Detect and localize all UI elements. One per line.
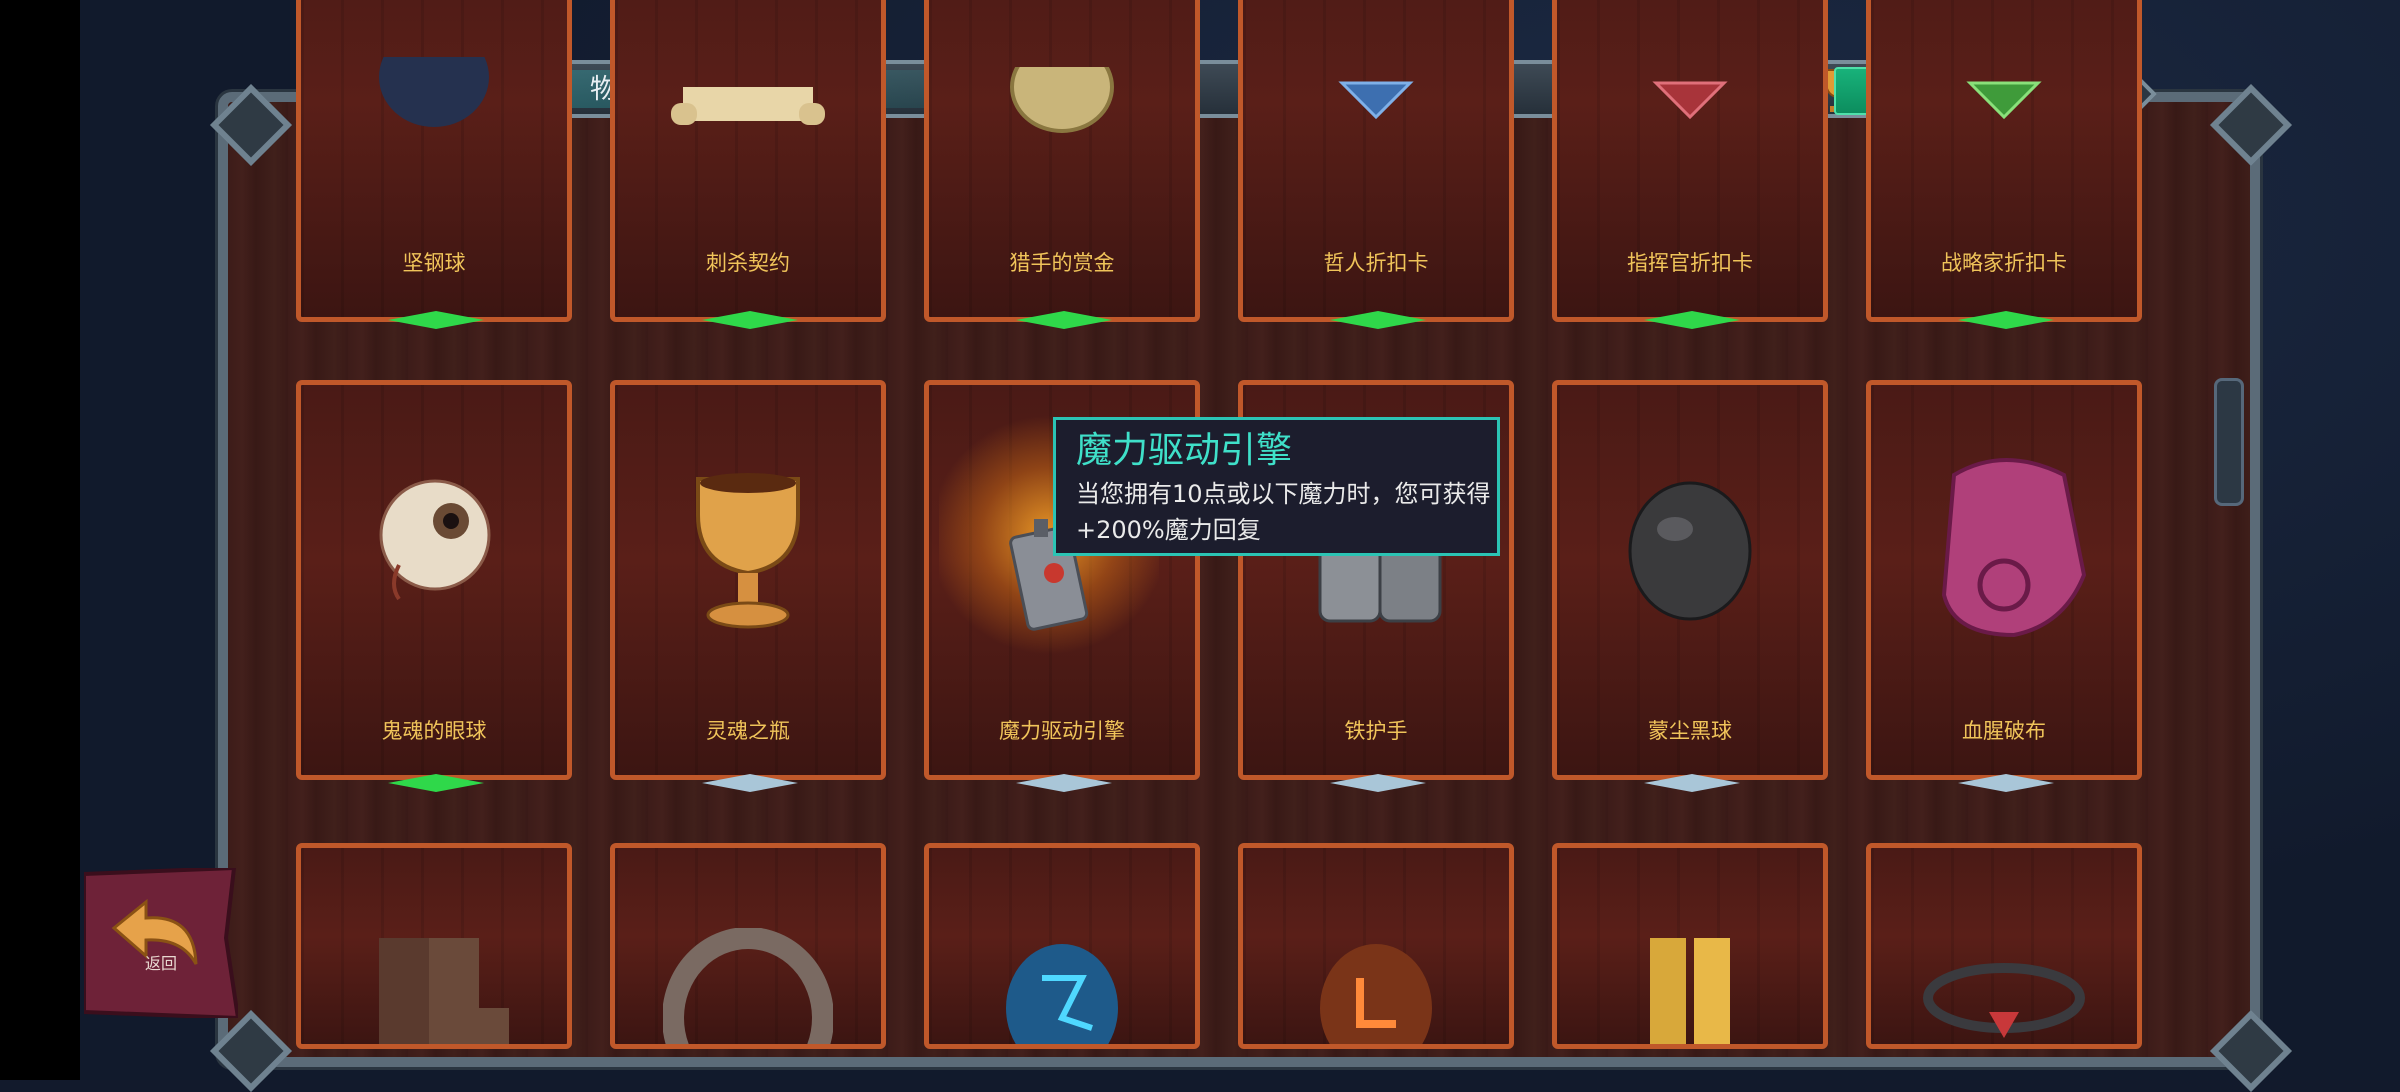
relic-card[interactable]: 战略家折扣卡 xyxy=(1866,0,2142,322)
relic-name: 血腥破布 xyxy=(1962,719,2046,743)
relic-card[interactable] xyxy=(610,843,886,1049)
relic-card[interactable]: 蒙尘黑球 xyxy=(1552,380,1828,780)
relic-card[interactable]: 灵魂之瓶 xyxy=(610,380,886,780)
rarity-gem-blue xyxy=(1330,774,1426,792)
green-discount-card-icon xyxy=(1964,77,2044,127)
soul-chalice-icon xyxy=(668,465,828,635)
red-discount-card-icon xyxy=(1650,77,1730,127)
leather-boots-icon xyxy=(359,928,509,1044)
tooltip-title: 魔力驱动引擎 xyxy=(1076,430,1293,471)
back-label: 返回 xyxy=(144,954,177,973)
relic-card[interactable]: 猎手的赏金 xyxy=(924,0,1200,322)
relic-name: 指挥官折扣卡 xyxy=(1627,251,1753,275)
bloody-rag-icon xyxy=(1914,445,2094,645)
rarity-gem-blue xyxy=(702,774,798,792)
relic-card[interactable] xyxy=(1238,843,1514,1049)
metal-ring-icon xyxy=(662,927,834,1044)
relic-name: 灵魂之瓶 xyxy=(706,719,790,743)
back-button[interactable] xyxy=(84,868,238,1018)
relic-card[interactable]: 鬼魂的眼球 xyxy=(296,380,572,780)
scrollbar-thumb[interactable] xyxy=(2214,378,2244,506)
bounty-coin-icon xyxy=(1002,41,1122,137)
rarity-gem-green xyxy=(1016,311,1112,329)
golden-boots-icon xyxy=(1620,928,1760,1044)
relic-name: 刺杀契约 xyxy=(706,251,790,275)
relic-name: 魔力驱动引擎 xyxy=(999,719,1125,743)
relic-card[interactable]: 指挥官折扣卡 xyxy=(1552,0,1828,322)
relic-name: 战略家折扣卡 xyxy=(1941,251,2067,275)
relic-name: 蒙尘黑球 xyxy=(1648,719,1732,743)
ghost-eyeball-icon xyxy=(369,475,499,605)
rarity-gem-blue xyxy=(1016,774,1112,792)
relic-name: 铁护手 xyxy=(1344,719,1408,743)
relic-card[interactable] xyxy=(924,843,1200,1049)
rarity-gem-blue xyxy=(1644,774,1740,792)
rarity-gem-blue xyxy=(1958,774,2054,792)
rarity-gem-green xyxy=(388,311,484,329)
orange-rune-stone-icon xyxy=(1316,938,1436,1044)
tooltip-description: 当您拥有10点或以下魔力时，您可获得+200%魔力回复 xyxy=(1076,480,1491,544)
rarity-gem-green xyxy=(1958,311,2054,329)
rarity-gem-green xyxy=(702,311,798,329)
rarity-gem-green xyxy=(1644,311,1740,329)
dusty-black-orb-icon xyxy=(1615,475,1765,625)
relic-card[interactable]: 哲人折扣卡 xyxy=(1238,0,1514,322)
screen-edge xyxy=(0,0,80,1080)
relic-card[interactable] xyxy=(1552,843,1828,1049)
scroll-contract-icon xyxy=(663,77,833,137)
relic-card[interactable] xyxy=(1866,843,2142,1049)
blue-rune-stone-icon xyxy=(1002,938,1122,1044)
relic-name: 哲人折扣卡 xyxy=(1323,251,1429,275)
thorn-crown-icon xyxy=(1919,958,2089,1044)
rarity-gem-green xyxy=(1330,311,1426,329)
relic-card[interactable]: 坚钢球 xyxy=(296,0,572,322)
relic-card[interactable]: 刺杀契约 xyxy=(610,0,886,322)
relic-tooltip: 魔力驱动引擎 当您拥有10点或以下魔力时，您可获得+200%魔力回复 xyxy=(1053,417,1500,556)
steel-ball-icon xyxy=(374,27,494,137)
relic-card[interactable] xyxy=(296,843,572,1049)
blue-discount-card-icon xyxy=(1336,77,1416,127)
relic-card[interactable]: 血腥破布 xyxy=(1866,380,2142,780)
relic-name: 鬼魂的眼球 xyxy=(381,719,487,743)
relic-name: 坚钢球 xyxy=(402,251,466,275)
relic-name: 猎手的赏金 xyxy=(1009,251,1115,275)
rarity-gem-green xyxy=(388,774,484,792)
